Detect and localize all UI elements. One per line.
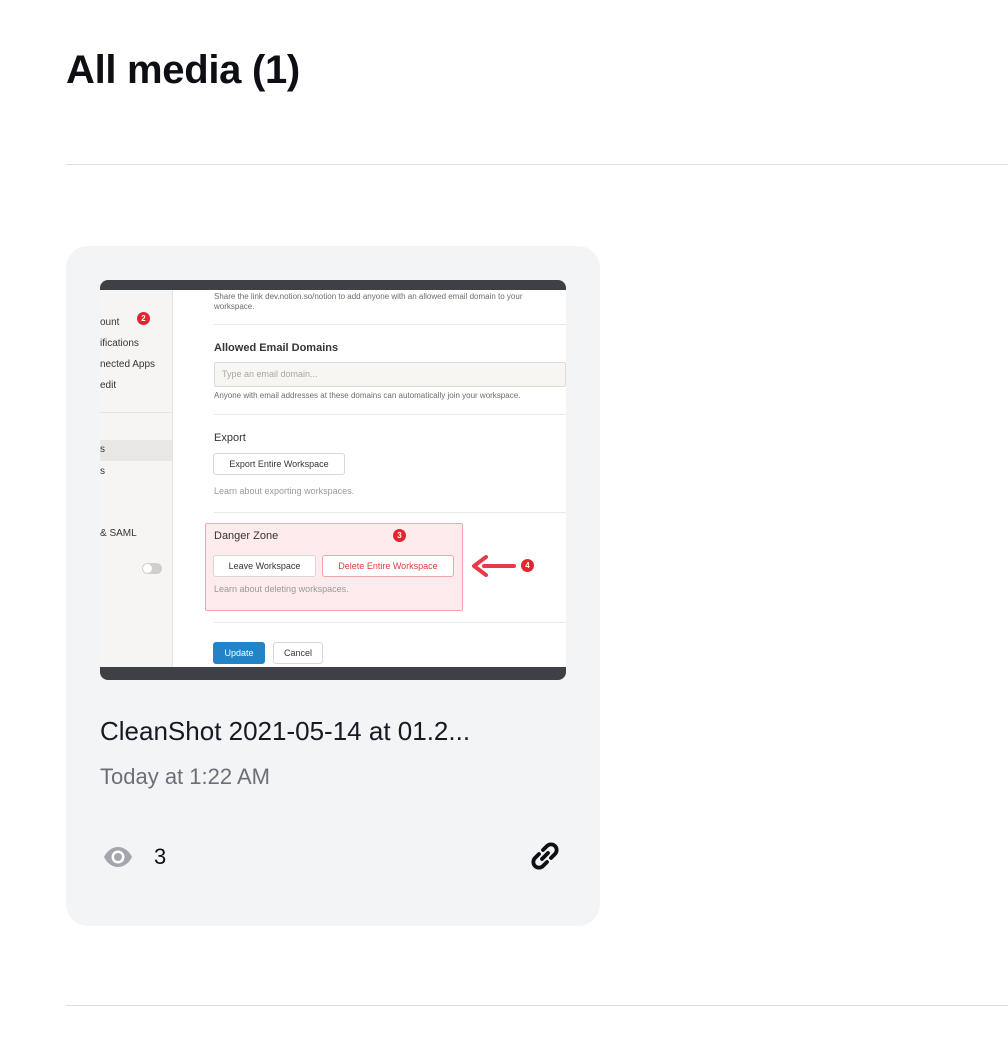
preview-email-hint: Anyone with email addresses at these dom… xyxy=(214,391,521,400)
page-title: All media (1) xyxy=(66,48,300,92)
preview-sidebar-item: ifications xyxy=(100,338,139,349)
preview-top-bar xyxy=(100,280,566,290)
preview-divider xyxy=(214,622,566,623)
preview-sidebar-item: ount xyxy=(100,317,120,328)
preview-toggle xyxy=(142,563,162,574)
preview-share-text: Share the link dev.notion.so/notion to a… xyxy=(214,292,523,301)
view-count-value: 3 xyxy=(154,844,167,869)
preview-update-button: Update xyxy=(213,642,265,664)
copy-link-button[interactable] xyxy=(527,838,563,874)
preview-sidebar-item: s xyxy=(100,466,105,477)
preview-sidebar-item: edit xyxy=(100,380,117,391)
screenshot-preview: ount 2 ifications nected Apps edit s s &… xyxy=(100,280,566,680)
media-card[interactable]: ount 2 ifications nected Apps edit s s &… xyxy=(66,246,600,926)
media-date: Today at 1:22 AM xyxy=(100,764,270,789)
preview-danger-badge: 3 xyxy=(393,529,406,542)
preview-arrow-badge: 4 xyxy=(521,559,534,572)
preview-sidebar: ount 2 ifications nected Apps edit s s &… xyxy=(100,290,173,667)
preview-divider xyxy=(214,324,566,325)
media-thumbnail[interactable]: ount 2 ifications nected Apps edit s s &… xyxy=(100,280,566,680)
preview-delete-button: Delete Entire Workspace xyxy=(322,555,454,577)
preview-cancel-button: Cancel xyxy=(273,642,323,664)
preview-badge: 2 xyxy=(137,312,150,325)
preview-share-text-2: workspace. xyxy=(214,302,255,311)
link-icon xyxy=(531,842,559,870)
media-title[interactable]: CleanShot 2021-05-14 at 01.2... xyxy=(100,716,470,747)
preview-divider xyxy=(214,512,566,513)
preview-export-button: Export Entire Workspace xyxy=(213,453,345,475)
view-count: 3 xyxy=(102,844,166,870)
preview-sidebar-item: s xyxy=(100,444,105,455)
preview-arrow-icon xyxy=(472,555,516,577)
bottom-divider xyxy=(66,1005,1008,1006)
preview-sidebar-highlight xyxy=(100,440,172,461)
eye-icon xyxy=(104,847,132,867)
preview-export-heading: Export xyxy=(214,432,246,444)
preview-sidebar-item: & SAML xyxy=(100,528,137,539)
top-divider xyxy=(66,164,1008,165)
preview-bottom-bar xyxy=(100,667,566,680)
preview-main: Share the link dev.notion.so/notion to a… xyxy=(172,290,566,667)
preview-allowed-heading: Allowed Email Domains xyxy=(214,342,339,354)
preview-sidebar-divider xyxy=(100,412,172,413)
preview-sidebar-item: nected Apps xyxy=(100,359,156,370)
preview-email-placeholder: Type an email domain... xyxy=(222,369,318,379)
preview-delete-help: Learn about deleting workspaces. xyxy=(214,584,349,594)
preview-export-help: Learn about exporting workspaces. xyxy=(214,486,355,496)
preview-leave-button: Leave Workspace xyxy=(213,555,316,577)
preview-divider xyxy=(214,414,566,415)
preview-email-input: Type an email domain... xyxy=(214,362,566,387)
preview-danger-heading: Danger Zone xyxy=(214,530,279,542)
